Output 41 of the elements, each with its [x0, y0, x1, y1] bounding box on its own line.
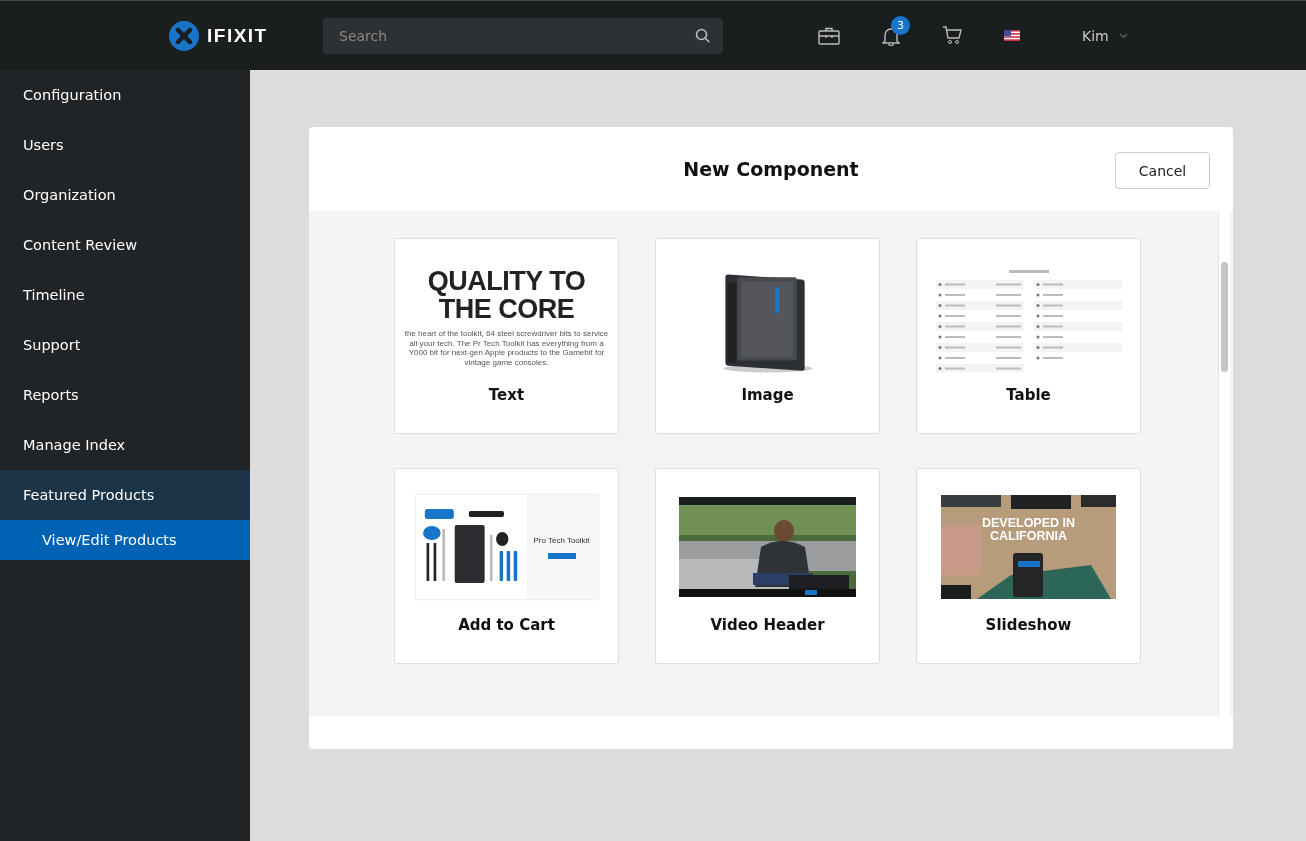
component-card[interactable] — [394, 238, 619, 434]
component-label: Slideshow — [985, 616, 1072, 634]
sidebar-subitem[interactable]: View/Edit Products — [0, 520, 250, 560]
sidebar-item[interactable]: Reports — [0, 370, 250, 420]
sidebar-item[interactable]: Organization — [0, 170, 250, 220]
cart-icon[interactable] — [942, 26, 962, 45]
cancel-button[interactable]: Cancel — [1115, 152, 1210, 189]
preview-paragraph: the heart of the toolkit, 64 steel screwdriver bits to service all your tech. The Pr Tech Toolkit has everything from a Y000 bit for next-gen Apple products to the Gamebit for vintage game consoles. — [404, 329, 609, 367]
add-to-cart-button — [547, 552, 576, 559]
component-card[interactable]: Table — [916, 238, 1141, 434]
component-label: Image — [741, 386, 794, 404]
slide-button — [1017, 561, 1040, 567]
sidebar-item[interactable]: Featured Products — [0, 470, 250, 520]
component-label: Table — [1006, 386, 1051, 404]
chevron-down-icon — [1118, 32, 1128, 39]
notification-count: 3 — [891, 15, 910, 35]
component-label: Video Header — [710, 616, 825, 634]
sidebar-item[interactable]: Support — [0, 320, 250, 370]
bell-icon[interactable] — [882, 25, 900, 46]
component-label: Add to Cart — [458, 616, 555, 634]
sidebar-item[interactable]: Manage Index — [0, 420, 250, 470]
dialog-title: New Component — [683, 158, 859, 180]
toolbox-icon[interactable] — [818, 26, 840, 45]
logo-text[interactable]: IFIXIT — [207, 24, 268, 47]
search-field[interactable]: Search — [323, 17, 723, 54]
flag-icon[interactable] — [1004, 30, 1020, 41]
sidebar-item[interactable]: Users — [0, 120, 250, 170]
preview-heading: QUALITY TO THE CORE — [426, 267, 587, 323]
component-label: Text — [488, 386, 525, 404]
sidebar-item[interactable]: Timeline — [0, 270, 250, 320]
component-card[interactable]: DEVELOPED IN CALIFORNIA Slideshow — [916, 468, 1141, 664]
sidebar-item[interactable]: Configuration — [0, 70, 250, 120]
product-name: Pro Tech Toolkit — [533, 535, 590, 545]
component-card[interactable]: Video Header — [655, 468, 880, 664]
search-icon[interactable] — [695, 27, 711, 44]
logo-icon — [169, 20, 199, 51]
component-card[interactable]: Pro Tech Toolkit Add to Cart — [394, 468, 619, 664]
user-menu[interactable]: Kim — [1082, 27, 1128, 44]
slide-heading: DEVELOPED IN CALIFORNIA — [980, 517, 1077, 543]
component-card[interactable]: Image — [655, 238, 880, 434]
sidebar-item[interactable]: Content Review — [0, 220, 250, 270]
